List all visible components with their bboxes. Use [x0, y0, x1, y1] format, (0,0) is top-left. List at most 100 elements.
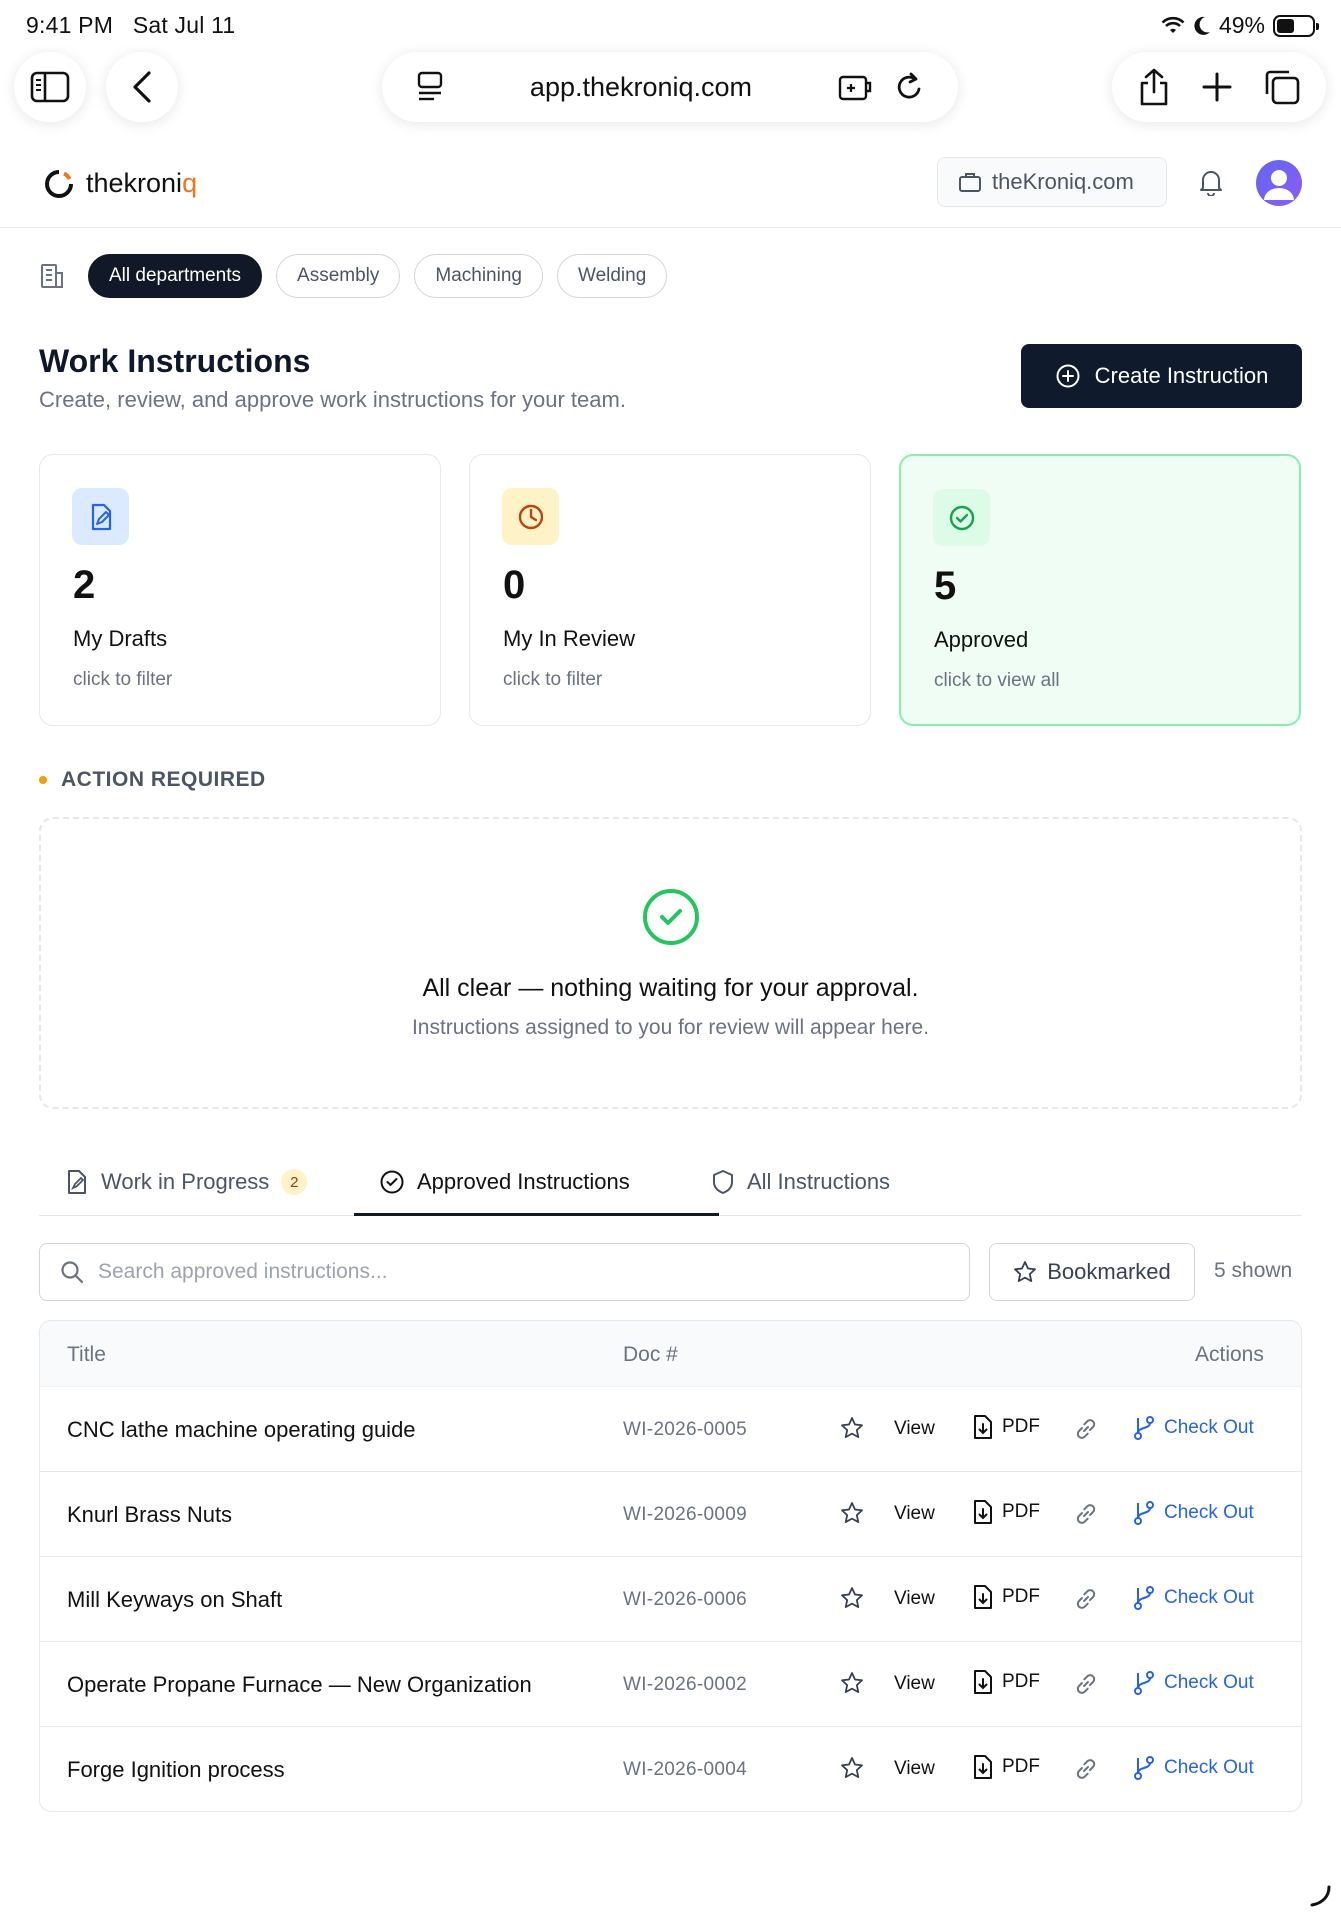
branch-icon [1134, 1671, 1154, 1695]
moon-icon [1194, 16, 1210, 35]
pdf-button[interactable]: PDF [972, 1669, 1040, 1695]
stat-card-approved[interactable]: 5 Approved click to view all [899, 454, 1301, 726]
instruction-title[interactable]: Operate Propane Furnace — New Organizati… [67, 1672, 532, 1698]
tab-all-instructions[interactable]: All Instructions [711, 1148, 890, 1216]
file-download-icon [974, 1415, 992, 1439]
doc-number: WI-2026-0006 [623, 1589, 748, 1610]
copy-link-icon[interactable] [1073, 1586, 1099, 1617]
stat-card-drafts[interactable]: 2 My Drafts click to filter [39, 454, 441, 726]
file-edit-icon [68, 1170, 86, 1194]
scroll-indicator-icon [1310, 1885, 1331, 1907]
tab-work-in-progress[interactable]: Work in Progress 2 [65, 1148, 308, 1216]
bookmark-star-icon[interactable] [840, 1671, 864, 1700]
tabs-overview-icon[interactable] [1263, 68, 1301, 106]
briefcase-icon [959, 173, 981, 192]
check-out-button[interactable]: Check Out [1132, 1415, 1254, 1441]
star-icon [1014, 1261, 1037, 1282]
organization-button[interactable]: theKroniq.com [937, 157, 1167, 207]
check-out-button[interactable]: Check Out [1132, 1670, 1254, 1696]
share-icon[interactable] [1137, 67, 1171, 107]
stat-value: 5 [934, 564, 957, 608]
pdf-button[interactable]: PDF [972, 1754, 1040, 1780]
view-button[interactable]: View [894, 1673, 935, 1695]
count-badge: 2 [281, 1169, 308, 1195]
dept-chip-all[interactable]: All departments [88, 254, 263, 298]
department-filter: All departments Assembly Machining Weldi… [38, 254, 668, 298]
stat-hint: click to filter [503, 669, 603, 690]
check-circle-icon [380, 1170, 404, 1194]
stat-card-in-review[interactable]: 0 My In Review click to filter [469, 454, 871, 726]
extension-icon[interactable] [838, 72, 872, 102]
view-button[interactable]: View [894, 1758, 935, 1780]
doc-number: WI-2026-0005 [623, 1419, 748, 1440]
stat-label: My Drafts [73, 626, 168, 651]
results-count: 5 shown [1214, 1259, 1293, 1282]
file-download-icon [974, 1755, 992, 1779]
dept-chip-welding[interactable]: Welding [556, 254, 668, 298]
reload-icon[interactable] [894, 71, 924, 103]
dept-chip-machining[interactable]: Machining [414, 254, 543, 298]
check-out-button[interactable]: Check Out [1132, 1585, 1254, 1611]
status-time: 9:41 PM Sat Jul 11 [26, 12, 236, 38]
create-instruction-button[interactable]: Create Instruction [1021, 344, 1302, 408]
status-bar: 9:41 PM Sat Jul 11 49% [0, 0, 1341, 50]
file-download-icon [974, 1585, 992, 1609]
bookmark-star-icon[interactable] [840, 1586, 864, 1615]
pdf-button[interactable]: PDF [972, 1414, 1040, 1440]
search-icon [61, 1261, 84, 1284]
branch-icon [1134, 1756, 1154, 1780]
shield-icon [713, 1170, 733, 1194]
check-out-button[interactable]: Check Out [1132, 1500, 1254, 1526]
sidebar-toggle-button[interactable] [14, 52, 86, 122]
table-row: CNC lathe machine operating guide WI-202… [40, 1387, 1301, 1472]
check-circle-icon [933, 489, 990, 546]
logo-ring-icon [45, 169, 73, 198]
bookmarked-filter-button[interactable]: Bookmarked [989, 1243, 1195, 1301]
view-button[interactable]: View [894, 1418, 935, 1440]
column-header-doc: Doc # [623, 1343, 678, 1366]
instruction-title[interactable]: Mill Keyways on Shaft [67, 1587, 282, 1613]
view-button[interactable]: View [894, 1588, 935, 1610]
bell-icon [1200, 171, 1222, 197]
pdf-button[interactable]: PDF [972, 1499, 1040, 1525]
empty-state-subtitle: Instructions assigned to you for review … [411, 1016, 930, 1039]
back-button[interactable] [106, 52, 178, 122]
branch-icon [1134, 1501, 1154, 1525]
plus-circle-icon [1056, 364, 1080, 388]
clock-icon [502, 488, 559, 545]
instruction-title[interactable]: Knurl Brass Nuts [67, 1502, 232, 1528]
pdf-button[interactable]: PDF [972, 1584, 1040, 1610]
copy-link-icon[interactable] [1073, 1756, 1099, 1787]
table-header: Title Doc # Actions [40, 1321, 1301, 1387]
copy-link-icon[interactable] [1073, 1671, 1099, 1702]
doc-number: WI-2026-0009 [623, 1504, 748, 1525]
url-text: app.thekroniq.com [529, 71, 753, 102]
bookmark-star-icon[interactable] [840, 1756, 864, 1785]
new-tab-icon[interactable] [1201, 71, 1233, 103]
chevron-left-icon [133, 71, 151, 103]
tab-approved-instructions[interactable]: Approved Instructions [379, 1148, 630, 1216]
check-out-button[interactable]: Check Out [1132, 1755, 1254, 1781]
url-bar[interactable]: app.thekroniq.com [382, 52, 958, 122]
avatar[interactable] [1256, 160, 1302, 206]
doc-number: WI-2026-0004 [623, 1759, 748, 1780]
stat-label: My In Review [503, 626, 636, 651]
instructions-table: Title Doc # Actions CNC lathe machine op… [39, 1320, 1302, 1812]
bookmark-star-icon[interactable] [840, 1416, 864, 1445]
view-button[interactable]: View [894, 1503, 935, 1525]
search-input[interactable] [98, 1260, 898, 1284]
instruction-title[interactable]: CNC lathe machine operating guide [67, 1417, 416, 1443]
stat-value: 0 [503, 563, 526, 607]
notifications-button[interactable] [1198, 168, 1224, 201]
sidebar-icon [30, 71, 70, 103]
page-menu-icon [417, 71, 443, 101]
status-dot-icon [39, 776, 47, 784]
instruction-tabs: Work in Progress 2 Approved Instructions… [39, 1148, 1302, 1216]
copy-link-icon[interactable] [1073, 1501, 1099, 1532]
bookmark-star-icon[interactable] [840, 1501, 864, 1530]
copy-link-icon[interactable] [1073, 1416, 1099, 1447]
instruction-title[interactable]: Forge Ignition process [67, 1757, 285, 1783]
logo[interactable]: thekroniq [44, 168, 197, 199]
dept-chip-assembly[interactable]: Assembly [276, 254, 401, 298]
file-download-icon [974, 1500, 992, 1524]
